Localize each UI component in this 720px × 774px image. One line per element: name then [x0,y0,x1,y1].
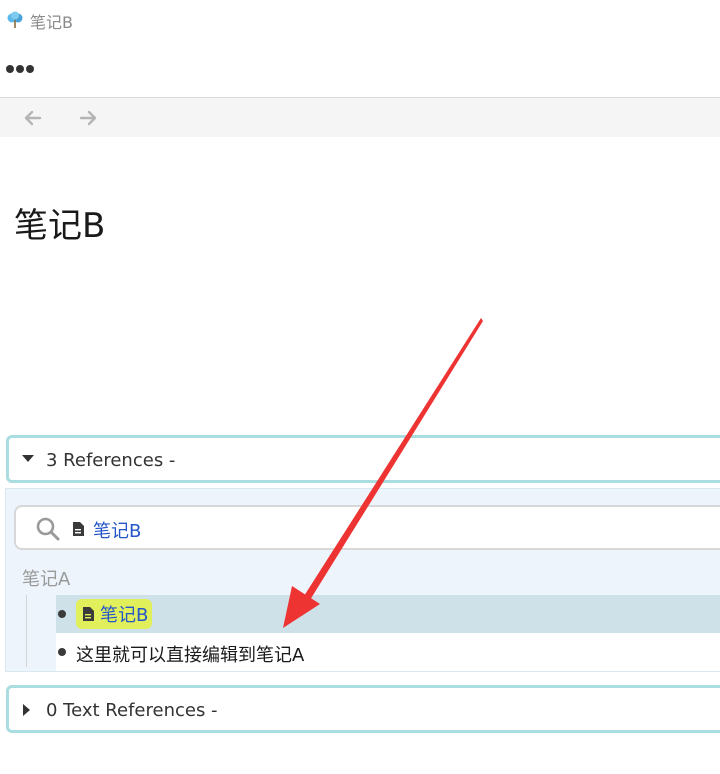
reference-block[interactable]: 笔记B [56,595,720,633]
tab-header: 笔记B [0,0,720,40]
bullet-icon[interactable] [58,648,66,656]
more-menu-button[interactable] [6,61,36,79]
reference-block[interactable]: 这里就可以直接编辑到笔记A [56,633,720,671]
references-panel: 笔记B 笔记A 笔记B 这里就可以直接编辑到笔记A [5,488,720,672]
caret-down-icon [22,455,34,462]
page-title[interactable]: 笔记B [14,198,105,247]
references-header[interactable]: 3 References - [6,435,720,483]
block-text[interactable]: 这里就可以直接编辑到笔记A [76,641,304,667]
page-reference-label: 笔记B [100,605,149,626]
page-reference-tag[interactable]: 笔记B [76,599,153,629]
more-dots-icon [6,65,14,73]
reference-group-title[interactable]: 笔记A [22,565,70,591]
reference-filter-input[interactable]: 笔记B [14,505,720,550]
tab-title: 笔记B [30,13,73,32]
navigation-bar [0,97,720,137]
search-icon [36,517,60,541]
page-icon [83,607,94,621]
tree-icon [7,11,23,28]
bullet-icon[interactable] [58,610,66,618]
filter-page-link[interactable]: 笔记B [93,517,141,543]
arrow-right-icon[interactable] [75,105,101,131]
references-count-label: 3 References - [46,450,176,471]
caret-right-icon [23,704,30,716]
text-references-header[interactable]: 0 Text References - [6,685,720,733]
arrow-left-icon[interactable] [20,105,46,131]
text-references-count-label: 0 Text References - [46,700,218,721]
page-icon [73,522,84,536]
indent-guide [26,595,27,667]
